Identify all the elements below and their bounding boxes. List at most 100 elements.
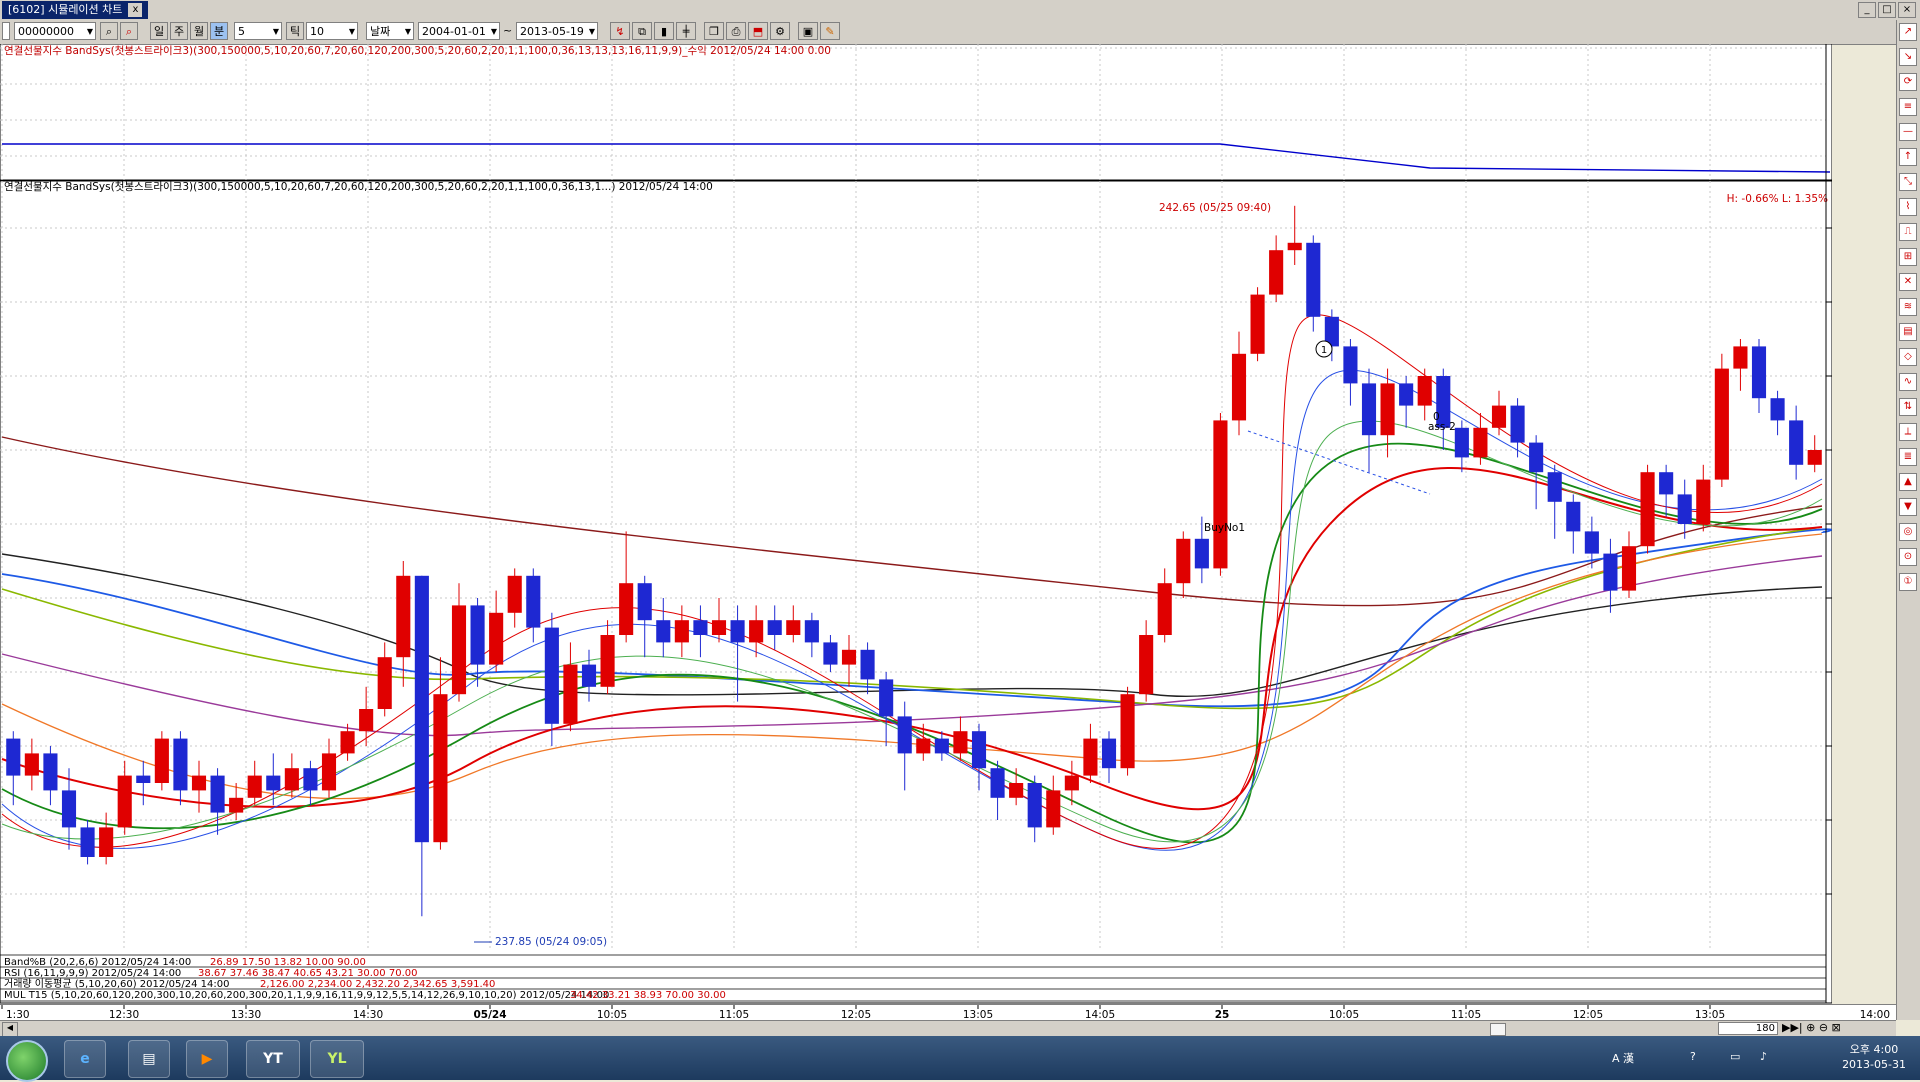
media-player-icon[interactable]: ▶	[186, 1040, 228, 1078]
chart-scrollbar[interactable]: ◀ 180 ▶▶| ⊕ ⊖ ⊠	[0, 1020, 1896, 1037]
print-icon: ⎙	[731, 25, 741, 38]
tick-select[interactable]: 10 ▼	[306, 22, 358, 40]
line-chart-button[interactable]: ↯	[610, 22, 630, 40]
close-button[interactable]: ×	[1898, 2, 1916, 18]
volume-icon[interactable]: ♪	[1760, 1050, 1767, 1063]
candle-body	[191, 775, 207, 791]
candle-body	[786, 620, 801, 635]
candle-body	[934, 738, 949, 754]
vertical-line-icon[interactable]: ↑	[1899, 148, 1917, 166]
period-month-button[interactable]: 월	[190, 22, 208, 40]
candle-body	[1064, 775, 1079, 791]
scroll-thumb[interactable]	[1490, 1023, 1506, 1036]
curve-icon[interactable]: ∿	[1899, 373, 1917, 391]
gann-icon[interactable]: ⌇	[1899, 198, 1917, 216]
high-low-readout: H: -0.66% L: 1.35%	[1727, 193, 1828, 205]
edit-button[interactable]: ✎	[820, 22, 840, 40]
candle	[154, 731, 169, 791]
nav-buttons[interactable]: ▶▶| ⊕ ⊖ ⊠	[1782, 1021, 1841, 1034]
horizontal-line-icon[interactable]: —	[1899, 123, 1917, 141]
candle-body	[1677, 494, 1692, 524]
save-button[interactable]: ▣	[798, 22, 818, 40]
start-button[interactable]	[6, 1040, 48, 1082]
date-from-field[interactable]: 2004-01-01 ▼	[418, 22, 500, 40]
arrows-icon[interactable]: ⇅	[1899, 398, 1917, 416]
candle-body	[971, 731, 987, 769]
candle-body	[581, 664, 597, 687]
code-select[interactable]: 00000000 ▼	[14, 22, 96, 40]
clock[interactable]: 오후 4:00 2013-05-31	[1842, 1042, 1906, 1072]
tick-value: 10	[310, 25, 324, 38]
candle-body	[897, 716, 912, 754]
collapse-handle[interactable]	[2, 22, 10, 40]
date-mode-select[interactable]: 날짜 ▼	[366, 22, 414, 40]
horizontal-lines-icon[interactable]: ≡	[1899, 98, 1917, 116]
ime-indicator[interactable]: A 漢	[1612, 1050, 1634, 1066]
yt-app-button[interactable]: YT	[246, 1040, 300, 1078]
bars-icon[interactable]: ▤	[1899, 323, 1917, 341]
yl-app-button[interactable]: YL	[310, 1040, 364, 1078]
network-icon[interactable]: ▭	[1730, 1050, 1740, 1063]
price-chart[interactable]: 연결선물지수 BandSys(첫봉스트라이크3)(300,150000,5,10…	[0, 43, 1871, 1004]
number-icon[interactable]: ①	[1899, 573, 1917, 591]
candle-body	[451, 605, 467, 695]
candle-body	[1789, 420, 1804, 465]
folder-icon[interactable]: ▤	[128, 1040, 170, 1078]
restore-button[interactable]: □	[1878, 2, 1896, 18]
chart-area[interactable]: 연결선물지수 BandSys(첫봉스트라이크3)(300,150000,5,10…	[0, 43, 1871, 1004]
close-icon[interactable]: x	[128, 3, 143, 17]
print-button[interactable]: ⎙	[726, 22, 746, 40]
delete-icon[interactable]: ✕	[1899, 273, 1917, 291]
pencil-icon: ✎	[825, 25, 835, 38]
tick-button[interactable]: 틱	[286, 22, 304, 40]
candle-body	[1603, 553, 1618, 591]
search-reset-button[interactable]: ⌕	[120, 22, 138, 40]
candle-body	[674, 620, 689, 643]
clock-time: 오후 4:00	[1849, 1043, 1899, 1056]
candle-body	[136, 775, 151, 783]
wave-icon[interactable]: ≋	[1899, 298, 1917, 316]
diamond-icon[interactable]: ◇	[1899, 348, 1917, 366]
minimize-button[interactable]: _	[1858, 2, 1876, 18]
period-day-button[interactable]: 일	[150, 22, 168, 40]
settings-button[interactable]: ⚙	[770, 22, 790, 40]
period-week-button[interactable]: 주	[170, 22, 188, 40]
candle-body	[1027, 783, 1042, 828]
cursor-icon[interactable]: ↘	[1899, 48, 1917, 66]
parallel-icon[interactable]: ≣	[1899, 448, 1917, 466]
fibonacci-icon[interactable]: ⤡	[1899, 173, 1917, 191]
help-icon[interactable]: ?	[1690, 1050, 1696, 1063]
bar-chart-icon: ▮	[660, 25, 668, 38]
channel-icon[interactable]: ⎍	[1899, 223, 1917, 241]
zoom-chart-button[interactable]: ⧉	[632, 22, 652, 40]
max-price-note: 242.65 (05/25 09:40)	[1159, 202, 1271, 214]
interval-select[interactable]: 5 ▼	[234, 22, 282, 40]
target-icon[interactable]: ◎	[1899, 523, 1917, 541]
chevron-down-icon: ▼	[490, 27, 497, 36]
perpendicular-icon[interactable]: ⟂	[1899, 423, 1917, 441]
date-to-field[interactable]: 2013-05-19 ▼	[516, 22, 598, 40]
export-button[interactable]: ⬒	[748, 22, 768, 40]
ie-icon[interactable]: e	[64, 1040, 106, 1078]
window-tab[interactable]: [6102] 시뮬레이션 차트 x	[2, 1, 149, 19]
period-minute-button[interactable]: 분	[210, 22, 228, 40]
candle-body	[1751, 346, 1767, 399]
triangle-up-icon[interactable]: ▲	[1899, 473, 1917, 491]
candle-body	[284, 768, 299, 791]
copy-button[interactable]: ❐	[704, 22, 724, 40]
candle-chart-button[interactable]: ╪	[676, 22, 696, 40]
candle-body	[1807, 450, 1822, 465]
bar-chart-button[interactable]: ▮	[654, 22, 674, 40]
candle-body	[1194, 538, 1209, 569]
zoom-field[interactable]: 180	[1718, 1022, 1778, 1035]
cycle-icon[interactable]: ⟳	[1899, 73, 1917, 91]
grid-icon[interactable]: ⊞	[1899, 248, 1917, 266]
scroll-left-icon[interactable]: ◀	[2, 1022, 18, 1037]
trend-line-icon[interactable]: ↗	[1899, 23, 1917, 41]
circle-icon[interactable]: ⊙	[1899, 548, 1917, 566]
search-button[interactable]: ⌕	[100, 22, 118, 40]
candle-body	[1231, 353, 1247, 421]
date-from-value: 2004-01-01	[422, 25, 486, 38]
candle-body	[1510, 405, 1525, 443]
triangle-down-icon[interactable]: ▼	[1899, 498, 1917, 516]
